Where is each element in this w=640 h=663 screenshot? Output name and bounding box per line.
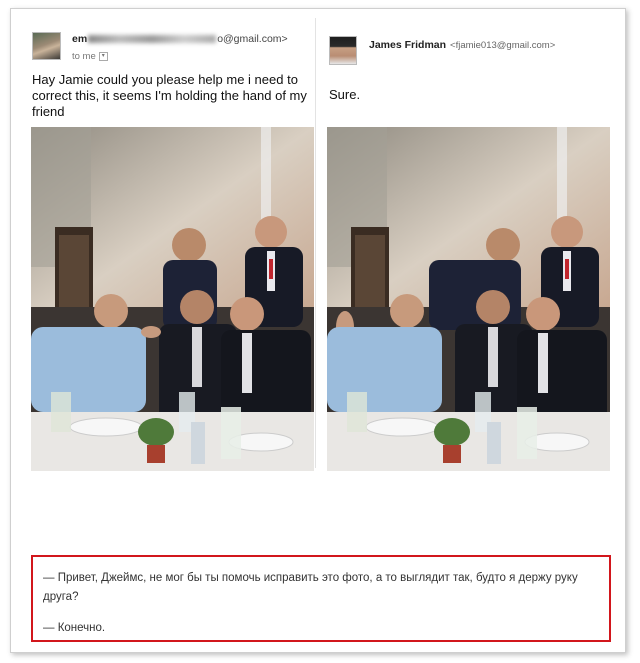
original-photo [31, 127, 314, 471]
reply-sender-email: <fjamie013@gmail.com> [450, 40, 556, 51]
reply-message: Sure. [329, 87, 361, 102]
redacted-address [88, 35, 217, 44]
reply-sender-name: James Fridman [369, 39, 447, 51]
caption-line-reply: — Конечно. [43, 622, 106, 634]
column-divider [315, 18, 316, 468]
request-message: Hay Jamie could you please help me i nee… [32, 72, 307, 119]
reply-avatar[interactable] [329, 36, 357, 65]
translation-caption: — Привет, Джеймс, не мог бы ты помочь ис… [31, 555, 611, 642]
sender-address-domain: o@gmail.com> [217, 33, 288, 45]
details-dropdown-icon[interactable]: ▾ [98, 51, 108, 61]
sender-address-prefix: em [72, 33, 88, 45]
caption-line-request: — Привет, Джеймс, не мог бы ты помочь ис… [43, 572, 578, 603]
recipient-label: to me [72, 51, 96, 62]
recipient-line: to me ▾ [72, 51, 108, 62]
edited-photo [327, 127, 610, 471]
reply-sender[interactable]: James Fridman <fjamie013@gmail.com> [369, 39, 555, 51]
sender-avatar[interactable] [32, 32, 61, 60]
sender-address[interactable]: em o@gmail.com> [72, 33, 288, 45]
